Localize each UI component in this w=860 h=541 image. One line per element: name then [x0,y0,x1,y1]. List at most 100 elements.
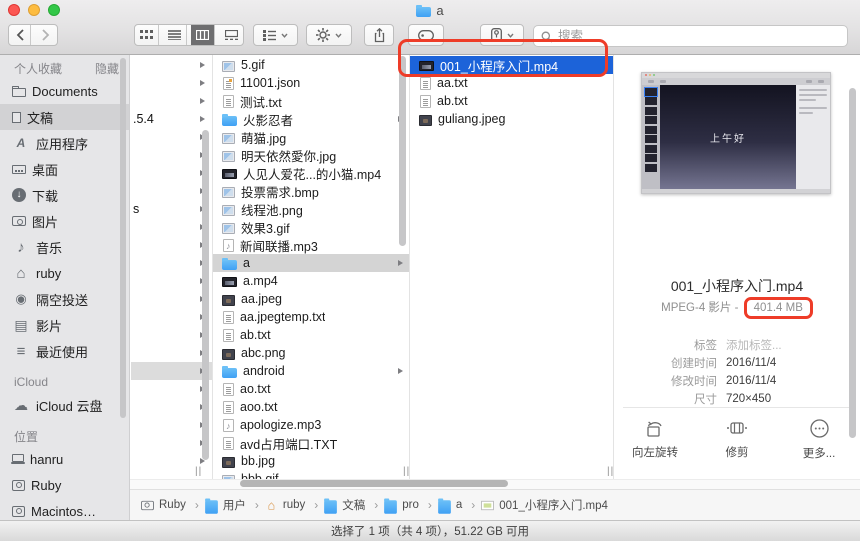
sidebar-item[interactable]: 下载 [0,182,129,208]
metadata-value[interactable]: 添加标签... [726,337,782,353]
action-button[interactable] [306,24,352,46]
more-button[interactable]: 更多... [787,419,851,461]
file-row[interactable]: apologize.mp3 [213,416,409,434]
path-item[interactable]: Ruby [140,498,204,512]
strip-row[interactable] [131,146,212,164]
strip-row[interactable] [131,272,212,290]
sidebar-item[interactable]: ruby [0,260,129,286]
file-row[interactable]: 投票需求.bmp [213,182,409,200]
hide-section-button[interactable]: 隐藏 [95,60,119,77]
sidebar-item[interactable]: Ruby [0,472,129,498]
strip-row[interactable] [131,362,212,380]
coverflow-view-button[interactable] [219,25,243,45]
file-row[interactable]: android [213,362,409,380]
strip-row[interactable]: s [131,200,212,218]
strip-row[interactable] [131,434,212,452]
file-row[interactable]: bb.jpg [213,452,409,470]
file-row[interactable]: abc.png [213,344,409,362]
strip-row[interactable] [131,344,212,362]
strip-row[interactable] [131,398,212,416]
sidebar-item[interactable]: 图片 [0,208,129,234]
group-button[interactable] [253,24,298,46]
share-button[interactable] [364,24,394,46]
preview-scrollbar[interactable] [849,88,856,438]
column-resize-handle[interactable]: || [195,466,202,477]
file-row[interactable]: aa.txt [410,74,613,92]
file-row[interactable]: 效果3.gif [213,218,409,236]
strip-scrollbar[interactable] [202,130,209,460]
sidebar-item[interactable]: Macintos… [0,498,129,520]
strip-row[interactable] [131,218,212,236]
sidebar-item[interactable]: 隔空投送 [0,286,129,312]
strip-row[interactable] [131,56,212,74]
file-row[interactable]: 新闻联播.mp3 [213,236,409,254]
strip-row[interactable] [131,74,212,92]
path-item[interactable]: 文稿 [323,496,383,515]
strip-row[interactable] [131,326,212,344]
strip-row[interactable] [131,92,212,110]
tag-button[interactable] [408,24,444,46]
forward-button[interactable] [35,25,57,45]
sidebar-item[interactable]: 音乐 [0,234,129,260]
path-item[interactable]: ruby [264,497,323,513]
trim-button[interactable]: 修剪 [705,419,769,461]
search-input[interactable] [534,26,847,46]
file-row[interactable]: 火影忍者 [213,110,409,128]
file-row[interactable]: a.mp4 [213,272,409,290]
strip-row[interactable] [131,254,212,272]
metadata-value[interactable]: 2016/11/4 [726,357,776,369]
file-row[interactable]: 001_小程序入门.mp4 [410,56,613,74]
strip-row[interactable]: .5.4 [131,110,212,128]
column-resize-handle[interactable]: || [607,466,614,477]
path-item[interactable]: 001_小程序入门.mp4 [480,497,612,513]
horizontal-scrollbar[interactable] [240,480,508,487]
column1-scrollbar[interactable] [399,56,406,246]
file-row[interactable]: bbb.gif [213,470,409,479]
path-item[interactable]: 用户 [204,496,264,515]
sidebar-item[interactable]: hanru [0,446,129,472]
back-button[interactable] [9,25,31,45]
strip-row[interactable] [131,236,212,254]
file-row[interactable]: ab.txt [213,326,409,344]
sidebar-item[interactable]: 文稿 [0,104,129,130]
file-row[interactable]: 人见人爱花...的小猫.mp4 [213,164,409,182]
strip-row[interactable] [131,308,212,326]
file-row[interactable]: ao.txt [213,380,409,398]
file-row[interactable]: aa.jpeg [213,290,409,308]
sidebar-item[interactable]: 桌面 [0,156,129,182]
badge-button[interactable] [480,24,524,46]
strip-row[interactable] [131,416,212,434]
file-row[interactable]: ab.txt [410,92,613,110]
file-row[interactable]: 11001.json [213,74,409,92]
sidebar-item[interactable]: Documents [0,78,129,104]
file-row[interactable]: a [213,254,409,272]
list-view-button[interactable] [163,25,187,45]
column-resize-handle[interactable]: || [403,466,410,477]
strip-row[interactable] [131,128,212,146]
icon-view-button[interactable] [135,25,159,45]
strip-row[interactable] [131,380,212,398]
sidebar-item[interactable]: 应用程序 [0,130,129,156]
sidebar-item[interactable]: 最近使用 [0,338,129,364]
path-item[interactable]: pro [383,496,437,515]
file-row[interactable]: aoo.txt [213,398,409,416]
file-row[interactable]: aa.jpegtemp.txt [213,308,409,326]
file-row[interactable]: 明天依然愛你.jpg [213,146,409,164]
rotate-left-button[interactable]: 向左旋转 [623,419,687,461]
sidebar-scrollbar[interactable] [120,58,126,418]
file-row[interactable]: 测试.txt [213,92,409,110]
video-preview-thumbnail[interactable]: 上午好 [641,72,831,194]
file-row[interactable]: 线程池.png [213,200,409,218]
sidebar-item[interactable]: 影片 [0,312,129,338]
strip-row[interactable] [131,182,212,200]
file-row[interactable]: guliang.jpeg [410,110,613,128]
metadata-value[interactable]: 720×450 [726,393,771,405]
file-row[interactable]: 5.gif [213,56,409,74]
strip-row[interactable] [131,164,212,182]
path-item[interactable]: a [437,496,480,515]
file-row[interactable]: avd占用端口.TXT [213,434,409,452]
file-row[interactable]: 萌猫.jpg [213,128,409,146]
metadata-value[interactable]: 2016/11/4 [726,375,776,387]
strip-row[interactable] [131,290,212,308]
column-view-button[interactable] [191,25,215,45]
